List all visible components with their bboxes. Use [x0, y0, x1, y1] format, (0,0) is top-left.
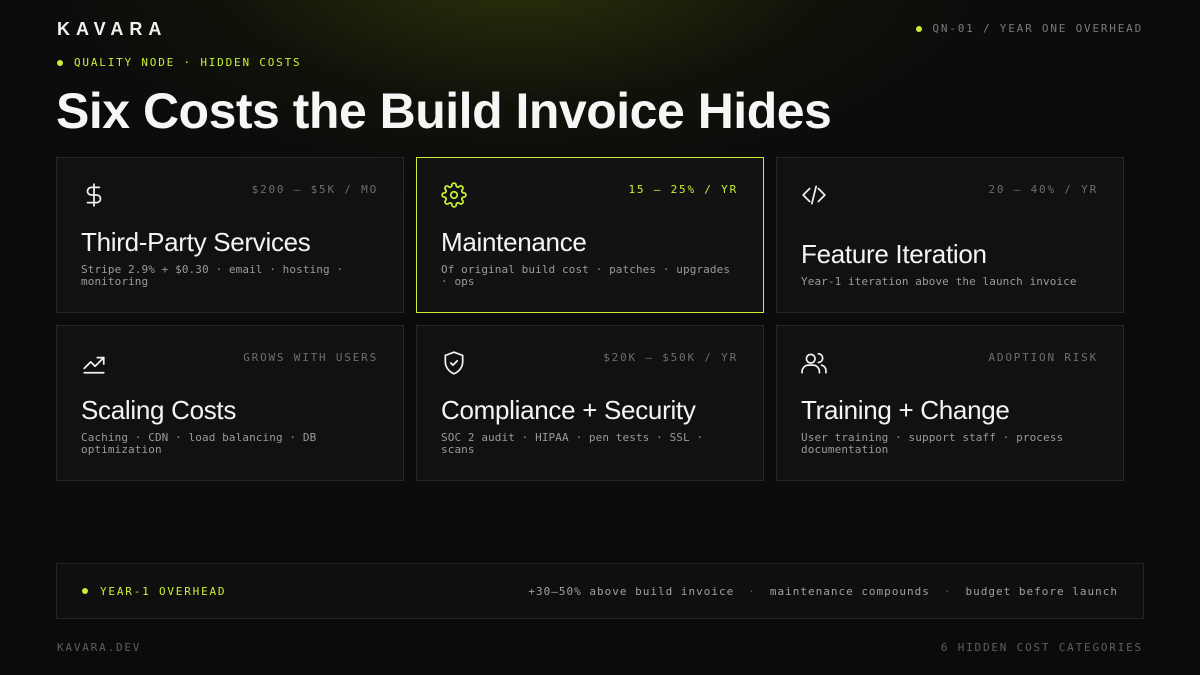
summary-point: maintenance compounds — [769, 584, 930, 598]
card-description: Year-1 iteration above the launch invoic… — [801, 275, 1077, 288]
footer-domain: KAVARA.DEV — [57, 641, 142, 654]
card-title: Maintenance — [441, 227, 587, 257]
kicker: QUALITY NODE · HIDDEN COSTS — [57, 56, 301, 69]
card-description: User training · support staff · process … — [801, 431, 1064, 456]
card-scaling-costs[interactable]: GROWS WITH USERS Scaling Costs Caching ·… — [56, 325, 404, 481]
card-maintenance[interactable]: 15 – 25% / YR Maintenance Of original bu… — [416, 157, 764, 313]
card-title: Compliance + Security — [441, 395, 696, 425]
trending-up-icon — [81, 350, 107, 376]
card-tag: 15 – 25% / YR — [628, 183, 738, 196]
card-description: Stripe 2.9% + $0.30 · email · hosting · … — [81, 263, 344, 288]
status-dot — [916, 25, 923, 32]
card-description: Of original build cost · patches · upgra… — [441, 263, 731, 288]
dollar-icon — [81, 182, 107, 208]
card-tag: GROWS WITH USERS — [243, 351, 378, 364]
card-training-change[interactable]: ADOPTION RISK Training + Change User tra… — [776, 325, 1124, 481]
shield-check-icon — [441, 350, 467, 376]
summary-separator: · — [748, 584, 756, 598]
card-title: Scaling Costs — [81, 395, 237, 425]
brand-logo: KAVARA — [57, 19, 168, 39]
card-description: Caching · CDN · load balancing · DB opti… — [81, 431, 317, 456]
footer-count: 6 HIDDEN COST CATEGORIES — [940, 641, 1143, 654]
card-feature-iteration[interactable]: 20 – 40% / YR Feature Iteration Year-1 i… — [776, 157, 1124, 313]
card-title: Third-Party Services — [81, 227, 311, 257]
card-title: Training + Change — [801, 395, 1010, 425]
kicker-dot — [57, 59, 63, 66]
card-tag: $200 – $5K / MO — [251, 183, 378, 196]
header-meta-text: QN-01 / YEAR ONE OVERHEAD — [932, 22, 1143, 35]
summary-point: +30–50% above build invoice — [528, 584, 735, 598]
card-description: SOC 2 audit · HIPAA · pen tests · SSL · … — [441, 431, 704, 456]
card-third-party-services[interactable]: $200 – $5K / MO Third-Party Services Str… — [56, 157, 404, 313]
card-tag: 20 – 40% / YR — [988, 183, 1098, 196]
kicker-text: QUALITY NODE · HIDDEN COSTS — [74, 56, 302, 69]
users-icon — [801, 350, 827, 376]
card-tag: ADOPTION RISK — [988, 351, 1098, 364]
summary-point: budget before launch — [965, 584, 1118, 598]
summary-dot — [82, 588, 88, 594]
summary-separator: · — [943, 584, 952, 598]
card-title: Feature Iteration — [801, 239, 987, 269]
code-icon — [801, 182, 827, 208]
header-meta: QN-01 / YEAR ONE OVERHEAD — [916, 22, 1143, 35]
summary-bar: YEAR-1 OVERHEAD +30–50% above build invo… — [56, 563, 1144, 619]
card-compliance-security[interactable]: $20K – $50K / YR Compliance + Security S… — [416, 325, 764, 481]
card-tag: $20K – $50K / YR — [603, 351, 738, 364]
cost-card-grid: $200 – $5K / MO Third-Party Services Str… — [56, 157, 1124, 481]
summary-points: +30–50% above build invoice · maintenanc… — [528, 585, 1118, 598]
page-title: Six Costs the Build Invoice Hides — [56, 83, 832, 139]
summary-label-group: YEAR-1 OVERHEAD — [82, 585, 226, 598]
gear-icon — [441, 182, 467, 208]
summary-label: YEAR-1 OVERHEAD — [100, 584, 227, 598]
